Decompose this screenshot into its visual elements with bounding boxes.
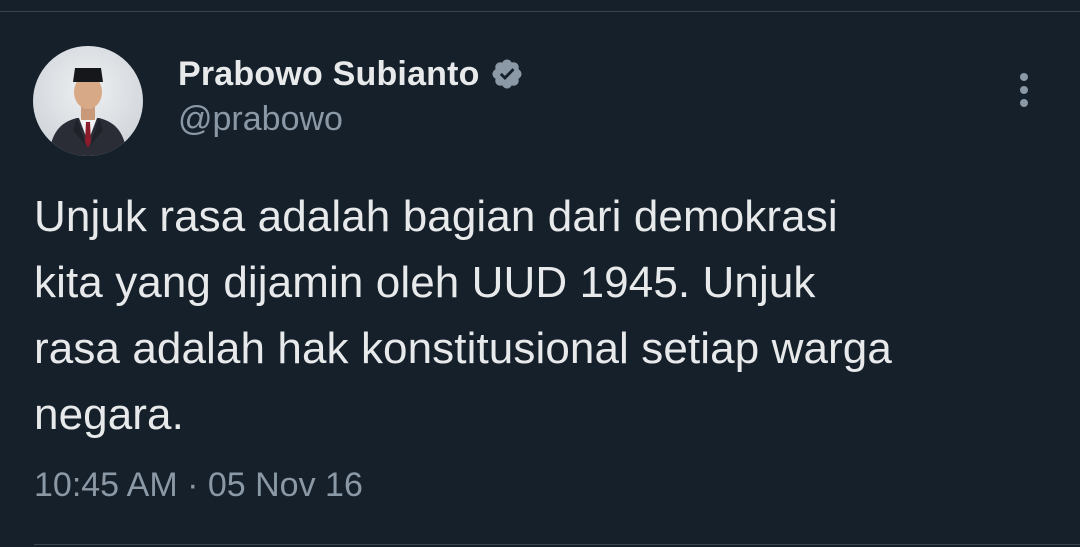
bottom-divider bbox=[34, 544, 1080, 545]
tweet-text: Unjuk rasa adalah bagian dari demokrasi … bbox=[34, 192, 892, 439]
tweet-card: Prabowo Subianto @prabowo Unjuk rasa ada… bbox=[0, 0, 1080, 547]
avatar[interactable] bbox=[33, 46, 143, 156]
more-options-icon bbox=[1020, 73, 1028, 107]
avatar-photo bbox=[49, 68, 127, 156]
tweet-timestamp[interactable]: 10:45 AM · 05 Nov 16 bbox=[34, 466, 363, 505]
verified-badge-icon bbox=[490, 57, 524, 91]
more-options-button[interactable] bbox=[1004, 70, 1044, 110]
author-name-row[interactable]: Prabowo Subianto bbox=[178, 54, 524, 94]
display-name[interactable]: Prabowo Subianto bbox=[178, 55, 480, 94]
top-divider bbox=[0, 11, 1080, 12]
author-handle[interactable]: @prabowo bbox=[178, 100, 343, 139]
